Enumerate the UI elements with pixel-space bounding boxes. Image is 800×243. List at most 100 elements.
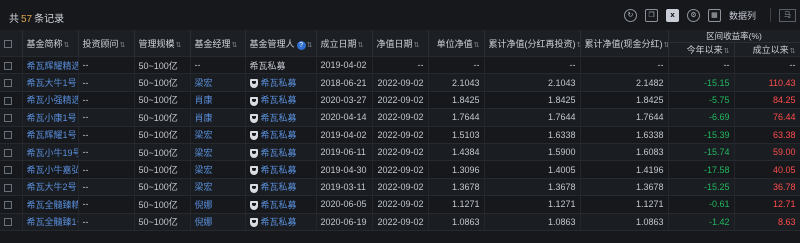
manager-link[interactable]: 肖康 — [190, 108, 246, 127]
nav-date-cell-text: 2022-09-02 — [377, 216, 424, 227]
help-icon[interactable]: ? — [296, 40, 306, 50]
table-row[interactable]: 希瓦小强精选 -- 50~100亿 肖康 希瓦私募 2020-03-27 2022-09-0… — [0, 91, 800, 110]
fund-name-link-text: 希瓦小康1号 — [26, 112, 77, 123]
company-cell[interactable]: 希瓦私募 — [245, 143, 317, 162]
manager-link-text: 肖康 — [194, 95, 213, 106]
row-checkbox-cell[interactable] — [0, 73, 23, 92]
col-advisor[interactable]: 投资顾问⇅ — [78, 30, 135, 57]
row-checkbox[interactable] — [4, 96, 12, 105]
advisor-cell-text: -- — [82, 199, 89, 210]
col-ytd[interactable]: 今年以来⇅ — [668, 42, 735, 57]
col-manager[interactable]: 基金经理⇅ — [190, 30, 246, 57]
col-found-date[interactable]: 成立日期⇅ — [316, 30, 373, 57]
fund-name-link[interactable]: 希瓦小牛嘉弘 — [22, 160, 79, 179]
fund-name-link[interactable]: 希瓦辉耀精选 — [22, 56, 79, 75]
since-return-cell-text: 76.44 — [772, 112, 796, 123]
row-checkbox[interactable] — [4, 200, 12, 209]
row-checkbox-cell[interactable] — [0, 91, 23, 110]
fund-name-link[interactable]: 希瓦大牛1号 — [22, 73, 79, 92]
fund-name-link[interactable]: 希瓦全髓臻1号 — [22, 213, 79, 231]
row-checkbox[interactable] — [4, 131, 12, 140]
row-checkbox-cell[interactable] — [0, 108, 23, 127]
nav-cell: -- — [428, 56, 485, 75]
shortcut-button[interactable]: 马 — [779, 8, 796, 22]
company-cell-text: 希瓦私募 — [260, 147, 297, 158]
select-all-checkbox[interactable] — [4, 39, 12, 48]
col-since-inception[interactable]: 成立以来⇅ — [734, 42, 800, 57]
found-date-cell: 2019-04-30 — [316, 160, 373, 179]
table-row[interactable]: 希瓦辉耀1号 -- 50~100亿 梁宏 希瓦私募 2019-04-02 2022-09-0… — [0, 126, 800, 144]
nav-date-cell-text: 2022-09-02 — [377, 199, 424, 210]
col-nav[interactable]: 单位净值⇅ — [428, 30, 485, 57]
company-cell[interactable]: 希瓦私募 — [245, 178, 317, 197]
fund-name-link[interactable]: 希瓦小牛19号 — [22, 143, 79, 162]
copy-icon[interactable]: ❐ — [644, 8, 658, 22]
col-nav-date[interactable]: 净值日期⇅ — [372, 30, 429, 57]
table-row[interactable]: 希瓦辉耀精选 -- 50~100亿 -- 希瓦私募 2019-04-02 -- -- -- -- -… — [0, 56, 800, 75]
fund-name-link[interactable]: 希瓦大牛2号 — [22, 178, 79, 197]
manager-link[interactable]: 倪娜 — [190, 213, 246, 231]
nav-date-cell-text: 2022-09-02 — [377, 181, 424, 192]
col-company[interactable]: 基金管理人? ⇅ — [245, 30, 317, 57]
advisor-cell-text: -- — [82, 216, 89, 227]
since-return-cell: 40.05 — [734, 160, 800, 179]
table-row[interactable]: 希瓦全髓臻1号 -- 50~100亿 倪娜 希瓦私募 2020-06-19 2022-09-… — [0, 213, 800, 231]
company-cell[interactable]: 希瓦私募 — [245, 56, 317, 75]
table-row[interactable]: 希瓦大牛2号 -- 50~100亿 梁宏 希瓦私募 2019-03-11 2022-09-0… — [0, 178, 800, 197]
refresh-icon[interactable]: ↻ — [623, 8, 637, 22]
manager-link[interactable]: 梁宏 — [190, 73, 246, 92]
col-scale[interactable]: 管理规模⇅ — [134, 30, 191, 57]
manager-link[interactable]: 梁宏 — [190, 126, 246, 144]
manager-link[interactable]: 肖康 — [190, 91, 246, 110]
manager-link[interactable]: 梁宏 — [190, 160, 246, 179]
company-cell[interactable]: 希瓦私募 — [245, 195, 317, 214]
col-acc-cash[interactable]: 累计净值(现金分红)⇅ — [580, 30, 669, 57]
row-checkbox[interactable] — [4, 183, 12, 192]
row-checkbox-cell[interactable] — [0, 126, 23, 144]
data-column-label[interactable]: 数据列 — [729, 9, 756, 22]
row-checkbox[interactable] — [4, 218, 12, 227]
company-cell[interactable]: 希瓦私募 — [245, 73, 317, 92]
settings-icon[interactable]: ⚙ — [686, 8, 700, 22]
fund-name-link[interactable]: 希瓦小强精选 — [22, 91, 79, 110]
row-checkbox-cell[interactable] — [0, 143, 23, 162]
fund-name-link[interactable]: 希瓦小康1号 — [22, 108, 79, 127]
table-row[interactable]: 希瓦小牛19号 -- 50~100亿 梁宏 希瓦私募 2019-06-11 2022-09-… — [0, 143, 800, 162]
table-row[interactable]: 希瓦小牛嘉弘 -- 50~100亿 梁宏 希瓦私募 2019-04-30 2022-09-0… — [0, 160, 800, 179]
row-checkbox-cell[interactable] — [0, 178, 23, 197]
company-cell[interactable]: 希瓦私募 — [245, 213, 317, 231]
acc-reinvest-cell-text: -- — [569, 60, 576, 71]
row-checkbox-cell[interactable] — [0, 213, 23, 231]
nav-date-cell-text: 2022-09-02 — [377, 77, 424, 88]
nav-cell: 1.3678 — [428, 178, 485, 197]
row-checkbox[interactable] — [4, 148, 12, 157]
table-row[interactable]: 希瓦全髓臻精选 -- 50~100亿 倪娜 希瓦私募 2020-06-05 2022-09-… — [0, 195, 800, 214]
row-checkbox[interactable] — [4, 166, 12, 175]
row-checkbox[interactable] — [4, 79, 12, 88]
grid-icon[interactable]: ▦ — [707, 8, 721, 22]
acc-cash-cell: 1.0863 — [580, 213, 669, 231]
company-cell[interactable]: 希瓦私募 — [245, 160, 317, 179]
manager-link[interactable]: 梁宏 — [190, 143, 246, 162]
fund-name-link[interactable]: 希瓦全髓臻精选 — [22, 195, 79, 214]
select-all-header[interactable] — [0, 30, 23, 57]
row-checkbox-cell[interactable] — [0, 160, 23, 179]
table-row[interactable]: 希瓦小康1号 -- 50~100亿 肖康 希瓦私募 2020-04-14 2022-09-0… — [0, 108, 800, 127]
row-checkbox-cell[interactable] — [0, 195, 23, 214]
fund-name-link[interactable]: 希瓦辉耀1号 — [22, 126, 79, 144]
excel-export-icon[interactable]: x — [665, 8, 679, 22]
shield-icon — [249, 166, 258, 176]
row-checkbox-cell[interactable] — [0, 56, 23, 75]
col-fund-name[interactable]: 基金简称⇅ — [22, 30, 79, 57]
row-checkbox[interactable] — [4, 113, 12, 122]
col-acc-reinvest[interactable]: 累计净值(分红再投资)⇅ — [484, 30, 581, 57]
manager-link[interactable]: 倪娜 — [190, 195, 246, 214]
found-date-cell: 2020-06-05 — [316, 195, 373, 214]
company-cell[interactable]: 希瓦私募 — [245, 126, 317, 144]
company-cell[interactable]: 希瓦私募 — [245, 91, 317, 110]
manager-link[interactable]: 梁宏 — [190, 178, 246, 197]
row-checkbox[interactable] — [4, 61, 12, 70]
nav-cell: 1.1271 — [428, 195, 485, 214]
table-row[interactable]: 希瓦大牛1号 -- 50~100亿 梁宏 希瓦私募 2018-06-21 2022-09-0… — [0, 73, 800, 92]
company-cell[interactable]: 希瓦私募 — [245, 108, 317, 127]
